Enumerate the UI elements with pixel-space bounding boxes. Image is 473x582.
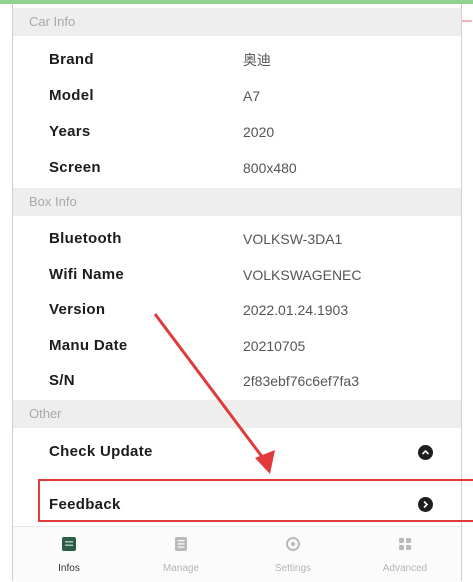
annotation-arrow — [153, 313, 275, 474]
